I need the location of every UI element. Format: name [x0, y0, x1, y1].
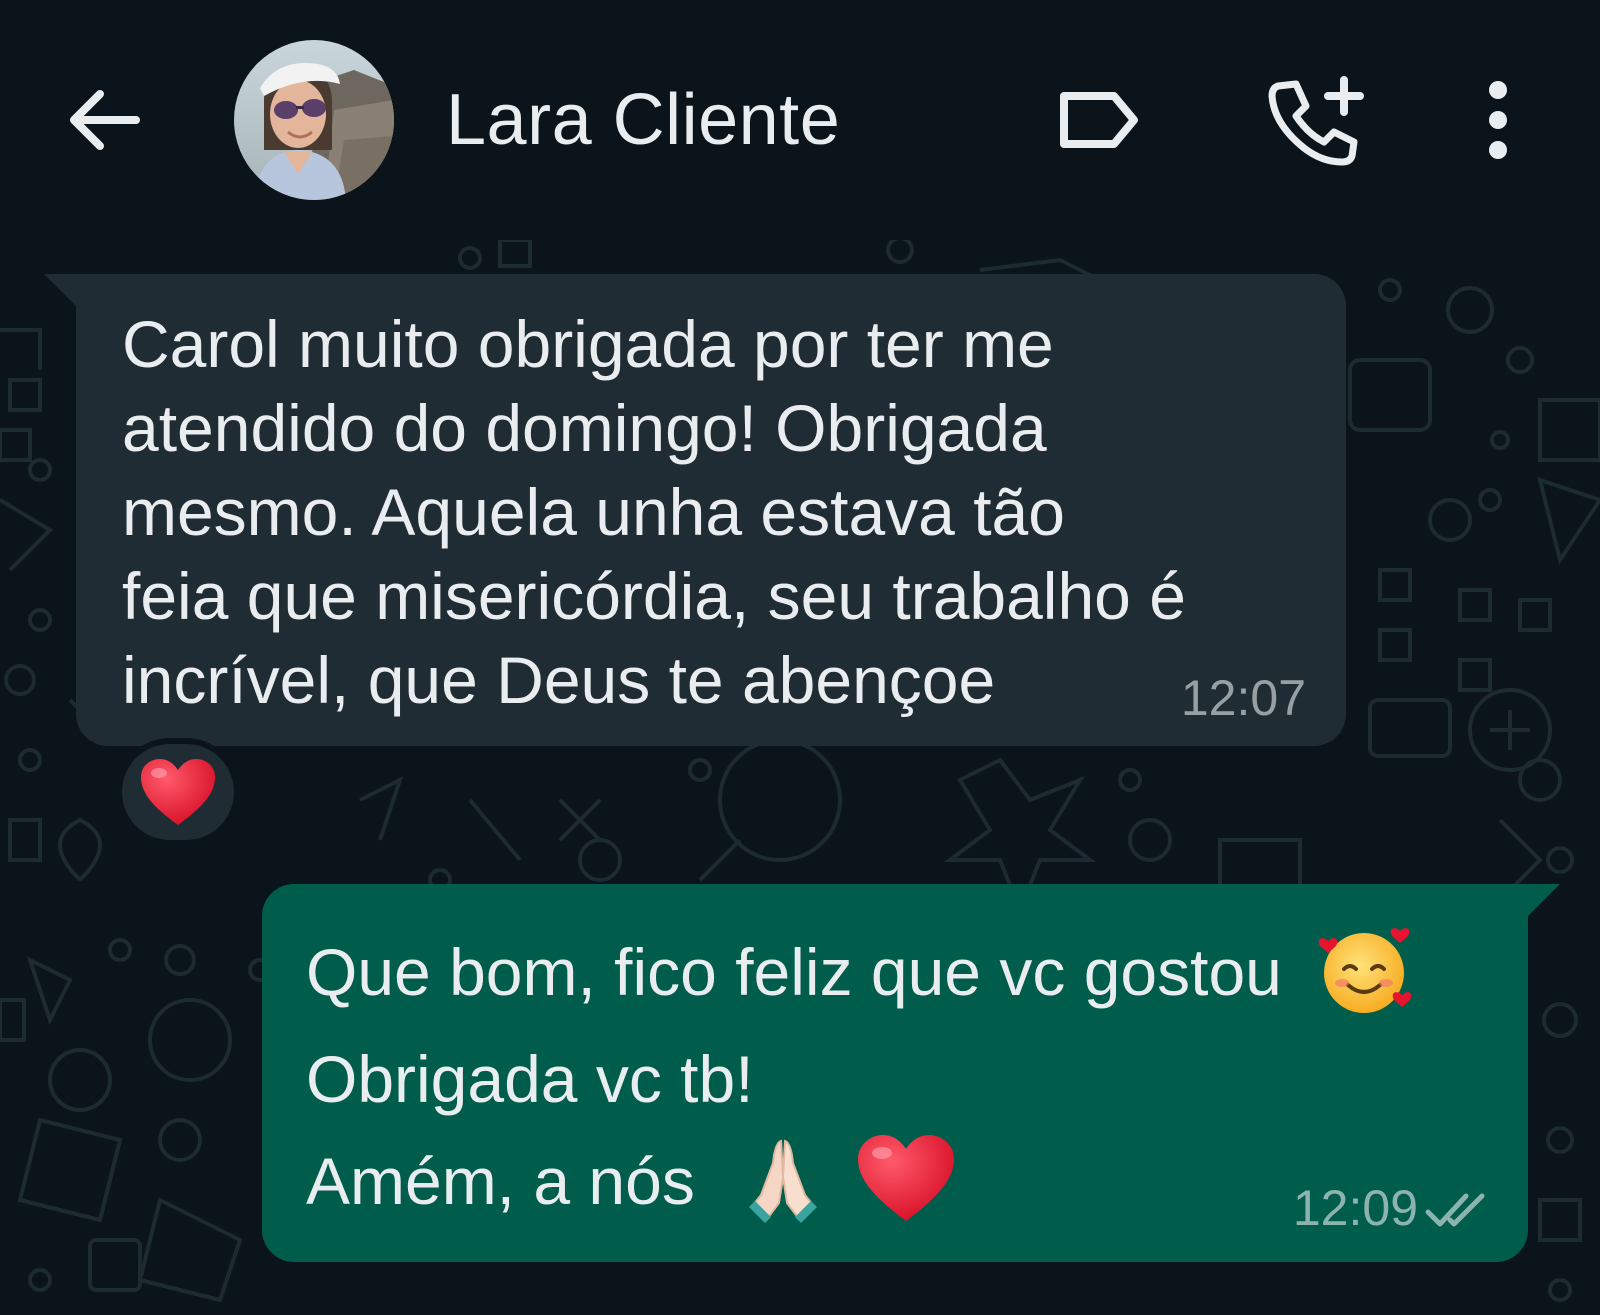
message-line: Obrigada vc tb!	[306, 1041, 754, 1116]
message-line: incrível, que Deus te abençoe	[122, 643, 996, 717]
message-line: mesmo. Aquela unha estava tão	[122, 475, 1065, 549]
add-call-icon	[1268, 76, 1364, 166]
message-line: Carol muito obrigada por ter me	[122, 307, 1054, 381]
message-reaction[interactable]	[116, 738, 240, 846]
double-check-icon	[1425, 1193, 1485, 1227]
back-arrow-icon	[70, 90, 140, 150]
message-text: Que bom, fico feliz que vc gostou	[306, 935, 1282, 1009]
avatar-photo	[234, 40, 394, 200]
message-line: atendido do domingo! Obrigada	[122, 391, 1047, 465]
folded-hands-emoji	[749, 1139, 818, 1224]
chat-screen: Lara Cliente Carol muito obrigada por te…	[0, 0, 1600, 1315]
incoming-message[interactable]: Carol muito obrigada por ter me atendido…	[76, 274, 1346, 746]
red-heart-emoji	[857, 1135, 954, 1222]
back-button[interactable]	[62, 78, 146, 162]
message-text: Amém, a nós	[306, 1143, 695, 1218]
heart-emoji	[141, 759, 215, 825]
smiling-face-with-hearts-emoji	[1318, 927, 1412, 1013]
chat-header: Lara Cliente	[0, 0, 1600, 240]
contact-name[interactable]: Lara Cliente	[446, 76, 840, 164]
avatar[interactable]	[234, 40, 394, 200]
more-vert-icon	[1489, 81, 1507, 159]
message-line: feia que misericórdia, seu trabalho é	[122, 559, 1186, 633]
message-time: 12:07	[1180, 670, 1306, 726]
chat-area[interactable]: Carol muito obrigada por ter me atendido…	[0, 240, 1600, 1315]
message-time: 12:09	[1292, 1180, 1418, 1236]
outgoing-message[interactable]: Que bom, fico feliz que vc gostou Obriga…	[262, 884, 1528, 1262]
more-options-button[interactable]	[1468, 72, 1528, 168]
message-line: Que bom, fico feliz que vc gostou	[306, 927, 1488, 1019]
add-call-button[interactable]	[1264, 72, 1368, 168]
label-button[interactable]	[1052, 78, 1144, 162]
label-tag-icon	[1060, 92, 1138, 148]
